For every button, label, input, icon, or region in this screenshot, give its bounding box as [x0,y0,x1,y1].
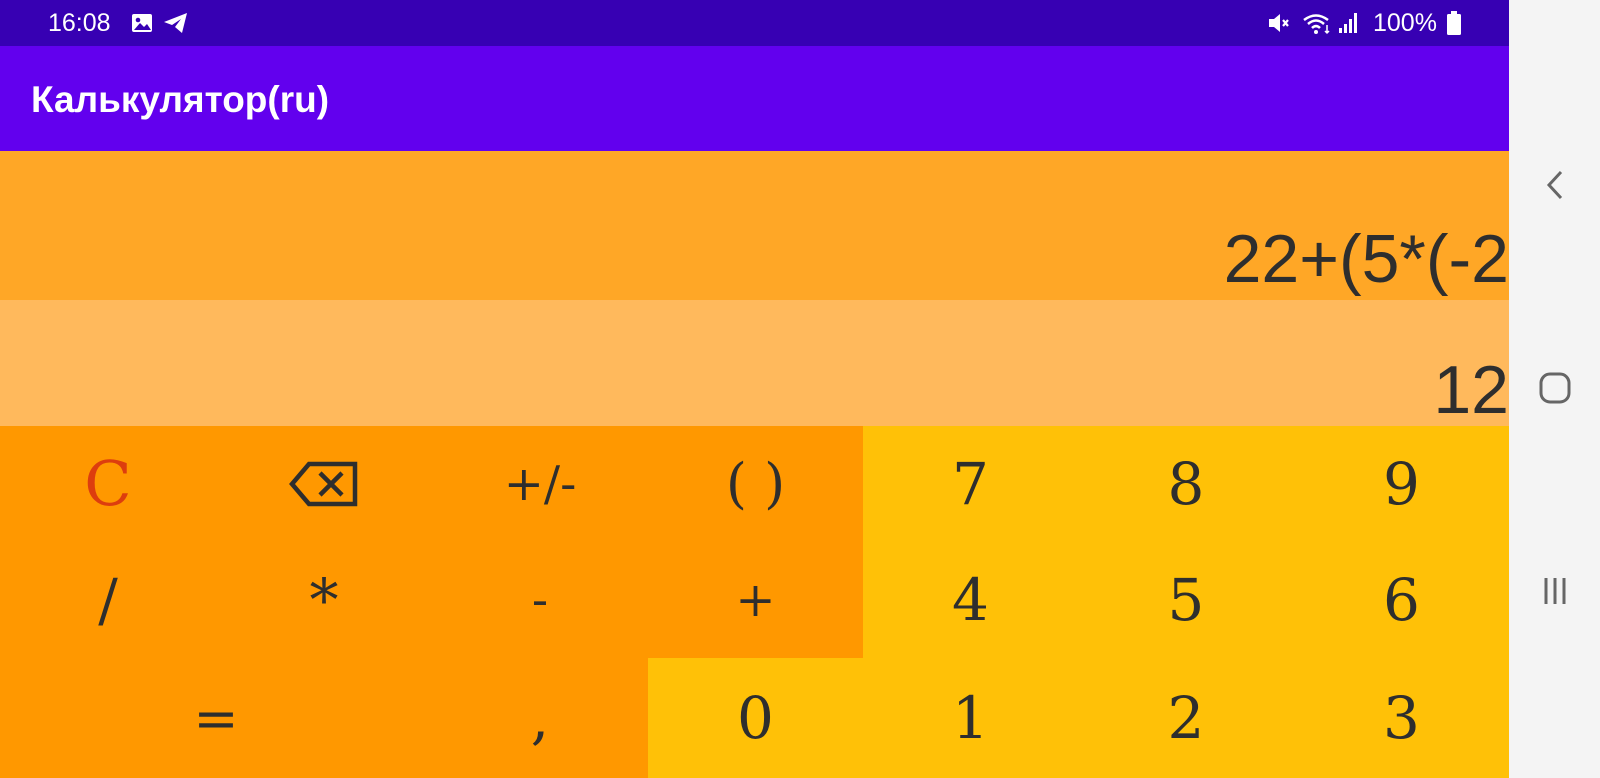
digit-4-label: 4 [952,565,989,634]
home-icon [1539,372,1571,404]
digit-3-button[interactable]: 3 [1294,658,1509,778]
digit-1-label: 1 [952,684,989,752]
app-bar: Калькулятор(ru) [0,46,1509,151]
sign-toggle-button[interactable]: +/- [432,426,648,541]
calculator-app: 16:08 100% Калькулятор(ru) 22+(5*(-2 12 … [0,0,1509,778]
wifi-icon [1303,14,1330,35]
expression-display: 22+(5*(-2 [0,151,1509,300]
keypad: C +/- ( ) 7 8 9 / * - + 4 5 6 = , 0 1 2 … [0,426,1509,778]
digit-0-label: 0 [737,684,774,752]
digit-4-button[interactable]: 4 [863,541,1078,658]
backspace-button[interactable] [216,426,432,541]
gallery-icon [132,14,152,32]
digit-8-label: 8 [1167,449,1205,518]
digit-3-label: 3 [1383,684,1420,752]
navigation-bar [1509,0,1600,778]
divide-button[interactable]: / [0,541,216,658]
comma-label: , [530,684,550,752]
clear-button[interactable]: C [0,426,216,541]
result-display: 12 [0,300,1509,426]
parentheses-label: ( ) [725,452,786,515]
digit-7-button[interactable]: 7 [863,426,1078,541]
recents-button[interactable] [1529,565,1581,617]
battery-percent: 100% [1373,9,1437,37]
minus-label: - [531,571,549,628]
status-bar: 16:08 100% [0,0,1509,46]
expression-text: 22+(5*(-2 [1223,221,1509,297]
digit-6-button[interactable]: 6 [1294,541,1509,658]
back-button[interactable] [1529,159,1581,211]
digit-0-button[interactable]: 0 [648,658,863,778]
result-text: 12 [1433,352,1509,426]
parentheses-button[interactable]: ( ) [648,426,863,541]
minus-button[interactable]: - [432,541,648,658]
digit-7-label: 7 [952,449,989,518]
app-title: Калькулятор(ru) [31,79,330,120]
digit-6-label: 6 [1383,565,1420,634]
digit-9-label: 9 [1383,449,1420,518]
divide-label: / [98,565,118,634]
mute-icon [1269,14,1289,32]
digit-8-button[interactable]: 8 [1078,426,1294,541]
digit-1-button[interactable]: 1 [863,658,1078,778]
battery-icon [1447,11,1461,35]
digit-5-label: 5 [1167,565,1205,634]
equals-button[interactable]: = [0,658,432,778]
digit-9-button[interactable]: 9 [1294,426,1509,541]
signal-icon [1339,13,1357,33]
back-icon [1546,170,1563,200]
digit-5-button[interactable]: 5 [1078,541,1294,658]
digit-2-label: 2 [1167,684,1205,752]
backspace-icon [289,461,358,506]
telegram-icon [164,13,187,33]
digit-2-button[interactable]: 2 [1078,658,1294,778]
sign-toggle-label: +/- [503,455,577,512]
home-button[interactable] [1529,362,1581,414]
equals-label: = [193,686,239,750]
recents-icon [1544,578,1566,604]
multiply-button[interactable]: * [216,541,432,658]
clear-button-label: C [84,447,132,520]
multiply-label: * [309,565,339,634]
plus-button[interactable]: + [648,541,863,658]
status-time: 16:08 [48,9,111,37]
comma-button[interactable]: , [432,658,648,778]
plus-label: + [735,571,776,628]
